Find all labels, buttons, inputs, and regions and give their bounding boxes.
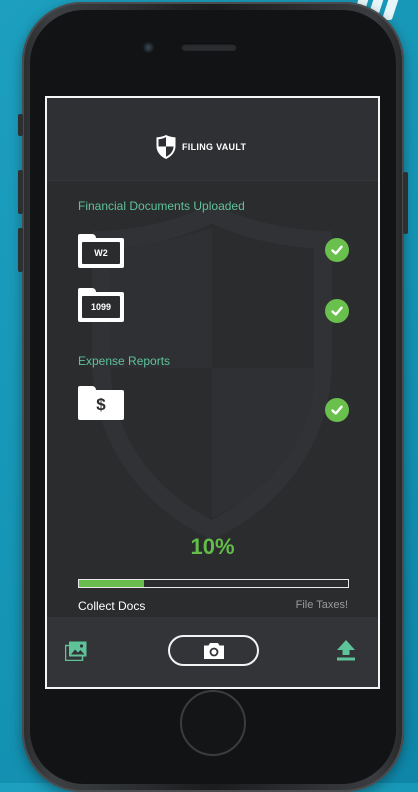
app-header: FILING VAULT xyxy=(47,98,378,180)
progress-start-label: Collect Docs xyxy=(78,599,146,613)
section-label-expense-reports: Expense Reports xyxy=(78,354,171,368)
document-row-1099[interactable]: 1099 xyxy=(78,288,353,328)
upload-button[interactable] xyxy=(336,639,356,666)
app-name: FILING VAULT xyxy=(182,142,247,152)
folder-icon: 1099 xyxy=(78,288,124,322)
upload-icon xyxy=(337,640,355,661)
home-button[interactable] xyxy=(180,690,246,756)
check-icon xyxy=(325,299,349,323)
folder-icon: W2 xyxy=(78,234,124,268)
document-row-expense[interactable]: $ xyxy=(78,386,353,426)
bottom-toolbar xyxy=(47,617,378,687)
check-icon xyxy=(325,398,349,422)
front-camera xyxy=(143,42,154,53)
progress-bar xyxy=(78,579,349,588)
dollar-folder-icon: $ xyxy=(78,386,124,420)
document-row-w2[interactable]: W2 xyxy=(78,234,353,274)
progress-end-label: File Taxes! xyxy=(295,599,348,611)
earpiece-speaker xyxy=(181,43,237,51)
image-gallery-icon xyxy=(64,641,87,662)
document-label: 1099 xyxy=(82,296,120,318)
document-label: W2 xyxy=(82,242,120,264)
check-icon xyxy=(325,238,349,262)
app-screen: FILING VAULT Financial Documents Uploade… xyxy=(45,96,380,689)
camera-icon xyxy=(203,642,224,659)
gallery-button[interactable] xyxy=(64,641,87,666)
progress-percent: 10% xyxy=(190,534,235,559)
app-logo: FILING VAULT xyxy=(155,134,246,160)
document-label: $ xyxy=(96,395,106,414)
progress-fill xyxy=(79,580,144,587)
camera-button[interactable] xyxy=(168,635,259,666)
shield-logo-icon xyxy=(156,135,176,159)
section-label-financial-documents: Financial Documents Uploaded xyxy=(78,199,245,213)
